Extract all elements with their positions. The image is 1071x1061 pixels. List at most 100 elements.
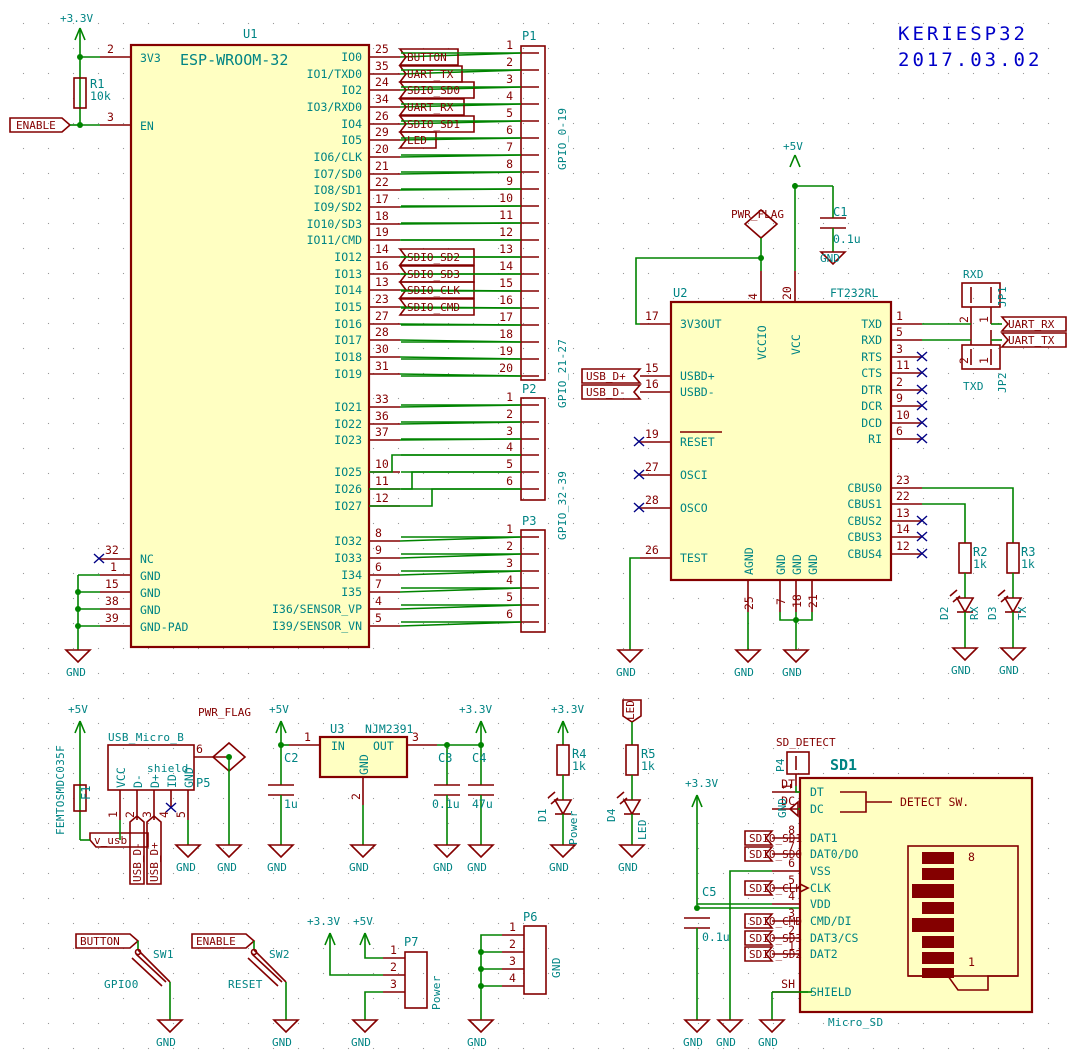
p2-pinnum-3: 3 bbox=[506, 424, 513, 438]
u1-netlabel-SDIO_SD3[interactable]: SDIO_SD3 bbox=[407, 268, 460, 281]
u1-netlabel-UART_TX[interactable]: UART_TX bbox=[407, 68, 454, 81]
uart-rx-label[interactable]: UART_RX bbox=[1008, 318, 1055, 331]
power-5v-p7: +5V bbox=[353, 915, 373, 928]
u1-pinnum-en: 3 bbox=[107, 110, 114, 124]
u1-pin-IO2: IO2 bbox=[341, 83, 362, 97]
u2-pin-vcc: VCC bbox=[789, 334, 803, 355]
u2-pin-OSCO: OSCO bbox=[680, 501, 708, 515]
gnd-p7: GND bbox=[351, 1036, 371, 1049]
usb-dminus-p5[interactable]: USB_D- bbox=[131, 842, 144, 882]
c4-ref: C4 bbox=[472, 751, 486, 765]
gnd-c2: GND bbox=[267, 861, 287, 874]
u1-netlabel-UART_RX[interactable]: UART_RX bbox=[407, 101, 454, 114]
p1-pinnum-8: 8 bbox=[506, 157, 513, 171]
u1-pin-I34: I34 bbox=[341, 568, 362, 582]
p6-pinnum-3: 3 bbox=[509, 954, 516, 968]
u3-pinnum-gnd: 2 bbox=[349, 793, 363, 800]
sd-netlabel-SDIO_SD1[interactable]: SDIO_SD1 bbox=[749, 832, 802, 845]
u1-pinnum-9: 9 bbox=[375, 543, 382, 557]
pwrflag-u2-label: PWR_FLAG bbox=[731, 208, 784, 221]
u1-pin-IO11/CMD: IO11/CMD bbox=[307, 233, 362, 247]
enable-label-sw2[interactable]: ENABLE bbox=[196, 935, 236, 948]
usb-dplus-label[interactable]: USB_D+ bbox=[586, 370, 626, 383]
u1-pinnum-26: 26 bbox=[375, 109, 389, 123]
u1-netlabel-SDIO_SD0[interactable]: SDIO_SD0 bbox=[407, 84, 460, 97]
usb-dplus-p5[interactable]: USB_D+ bbox=[148, 842, 161, 882]
p7-value: Power bbox=[430, 975, 443, 1010]
u1-netlabel-SDIO_SD1[interactable]: SDIO_SD1 bbox=[407, 118, 460, 131]
u2-pin-vccio: VCCIO bbox=[755, 325, 769, 360]
u3-pin-gnd: GND bbox=[357, 754, 371, 775]
u1-pinnum-14: 14 bbox=[375, 242, 389, 256]
enable-label[interactable]: ENABLE bbox=[16, 119, 56, 132]
u2-pin-TEST: TEST bbox=[680, 551, 708, 565]
sd-netlabel-SDIO_CMD[interactable]: SDIO_CMD bbox=[749, 915, 802, 928]
u2-pin-RI: RI bbox=[868, 432, 882, 446]
u2-pinnum-15: 15 bbox=[645, 361, 659, 375]
u1-pinnum-17: 17 bbox=[375, 192, 389, 206]
d4-value: LED bbox=[636, 819, 649, 840]
jp1-value: RXD bbox=[963, 268, 984, 281]
u1-pin-I35: I35 bbox=[341, 585, 362, 599]
u2-pin-CBUS3: CBUS3 bbox=[847, 530, 882, 544]
p1-ref: P1 bbox=[522, 29, 536, 43]
u1-pin-IO13: IO13 bbox=[334, 267, 362, 281]
u3-pinnum-in: 1 bbox=[304, 730, 311, 744]
u1-pinnum-11: 11 bbox=[375, 474, 389, 488]
v-usb-label[interactable]: v_usb bbox=[94, 834, 127, 847]
power-5v-u2: +5V bbox=[783, 140, 803, 153]
c5-value: 0.1u bbox=[702, 930, 730, 944]
u1-pinnum-gnd1: 1 bbox=[110, 560, 117, 574]
r2-value: 1k bbox=[973, 557, 987, 571]
u1-pin-3v3: 3V3 bbox=[140, 51, 161, 65]
u1-netlabel-SDIO_CMD[interactable]: SDIO_CMD bbox=[407, 301, 460, 314]
p6-ref: P6 bbox=[523, 910, 537, 924]
u1-pin-IO5: IO5 bbox=[341, 133, 362, 147]
sd-netlabel-SDIO_SD3[interactable]: SDIO_SD3 bbox=[749, 932, 802, 945]
u2-value: FT232RL bbox=[830, 286, 879, 300]
sd-netlabel-SDIO_SD0[interactable]: SDIO_SD0 bbox=[749, 848, 802, 861]
sd-netlabel-SDIO_CLK[interactable]: SDIO_CLK bbox=[749, 882, 802, 895]
p2-ref: P2 bbox=[522, 382, 536, 396]
sd-netlabel-SDIO_SD2[interactable]: SDIO_SD2 bbox=[749, 948, 802, 961]
gnd-u2-agnd: GND bbox=[734, 666, 754, 679]
u1-pinnum-29: 29 bbox=[375, 125, 389, 139]
u2-pinnum-agnd: 25 bbox=[742, 596, 756, 610]
uart-tx-label[interactable]: UART_TX bbox=[1008, 334, 1055, 347]
sd-detect-label[interactable]: SD_DETECT bbox=[776, 736, 836, 749]
usb-dminus-label[interactable]: USB_D- bbox=[586, 386, 626, 399]
u1-netlabel-SDIO_CLK[interactable]: SDIO_CLK bbox=[407, 284, 460, 297]
gnd-c4: GND bbox=[467, 861, 487, 874]
u2-pin-USBD-: USBD- bbox=[680, 385, 715, 399]
led-label[interactable]: LED bbox=[624, 700, 637, 720]
u1-netlabel-LED[interactable]: LED bbox=[407, 134, 427, 147]
u1-netlabel-BUTTON[interactable]: BUTTON bbox=[407, 51, 447, 64]
u1-pinnum-21: 21 bbox=[375, 159, 389, 173]
schematic-text: KERIESP32 2017.03.02 U1 ESP-WROOM-32 3V3… bbox=[16, 12, 1055, 1049]
button-label[interactable]: BUTTON bbox=[80, 935, 120, 948]
p5-pin-dp: D+ bbox=[148, 774, 162, 788]
sd1-pinnum-SH: SH bbox=[781, 977, 795, 991]
power-5v-u3in: +5V bbox=[269, 703, 289, 716]
u2-pin-gnd21: GND bbox=[806, 554, 820, 575]
p1-pinnum-11: 11 bbox=[499, 208, 513, 222]
p1-pinnum-20: 20 bbox=[499, 361, 513, 375]
p2-value: GPIO_21-27 bbox=[556, 339, 569, 408]
u1-pinnum-gnd38: 38 bbox=[105, 594, 119, 608]
sd1-pin-CMD/DI: CMD/DI bbox=[810, 914, 852, 928]
u1-netlabel-SDIO_SD2[interactable]: SDIO_SD2 bbox=[407, 251, 460, 264]
c3-value: 0.1u bbox=[432, 797, 460, 811]
u1-pin-IO23: IO23 bbox=[334, 433, 362, 447]
u1-pinnum-36: 36 bbox=[375, 409, 389, 423]
u2-pinnum-10: 10 bbox=[896, 408, 910, 422]
u3-pin-out: OUT bbox=[373, 739, 394, 753]
p4-pinnum-1: 1 bbox=[780, 783, 794, 790]
u1-pin-I36/SENSOR_VP: I36/SENSOR_VP bbox=[272, 602, 362, 616]
u3-pinnum-out: 3 bbox=[412, 730, 419, 744]
sd1-pin-DAT2: DAT2 bbox=[810, 947, 838, 961]
sd1-value: Micro_SD bbox=[828, 1016, 883, 1029]
u2-pin-DTR: DTR bbox=[861, 383, 882, 397]
p1-pinnum-7: 7 bbox=[506, 140, 513, 154]
u1-pin-IO6/CLK: IO6/CLK bbox=[314, 150, 363, 164]
jp1-pinnum-1: 1 bbox=[977, 316, 991, 323]
